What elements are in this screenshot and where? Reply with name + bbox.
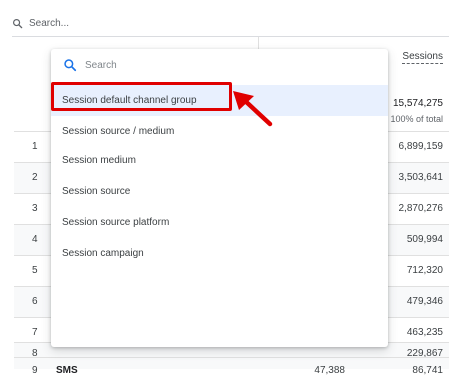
row-index: 7: [32, 327, 38, 338]
search-bar[interactable]: Search...: [12, 10, 449, 37]
row-index: 4: [32, 234, 38, 245]
sessions-column-header[interactable]: Sessions: [402, 51, 443, 64]
row-sessions: 712,320: [406, 265, 443, 276]
row-users: 47,388: [314, 365, 345, 376]
row-sessions: 6,899,159: [398, 141, 444, 152]
row-name: SMS: [56, 365, 78, 376]
row-sessions: 479,346: [406, 296, 443, 307]
row-index: 2: [32, 172, 38, 183]
total-percent-label: 100% of total: [390, 114, 443, 124]
row-index: 6: [32, 296, 38, 307]
option-session-source-platform[interactable]: Session source platform: [51, 207, 388, 238]
dropdown-search[interactable]: Search: [63, 58, 117, 72]
option-session-campaign[interactable]: Session campaign: [51, 238, 388, 269]
row-index: 3: [32, 203, 38, 214]
search-placeholder: Search...: [29, 17, 70, 29]
search-icon: [12, 18, 23, 29]
row-sessions: 2,870,276: [398, 203, 444, 214]
option-session-source-medium[interactable]: Session source / medium: [51, 116, 388, 147]
row-sessions: 463,235: [406, 327, 443, 338]
option-label: Session source: [62, 186, 131, 197]
option-session-source[interactable]: Session source: [51, 176, 388, 207]
row-sessions: 86,741: [412, 365, 443, 376]
option-session-medium[interactable]: Session medium: [51, 145, 388, 176]
table-row[interactable]: 9 SMS 47,388 86,741: [14, 357, 449, 380]
option-label: Session source platform: [62, 217, 170, 228]
total-sessions-value: 15,574,275: [392, 98, 443, 109]
search-icon: [63, 58, 77, 72]
option-label: Session medium: [62, 155, 136, 166]
option-label: Session campaign: [62, 248, 144, 259]
annotation-arrow-icon: [230, 90, 276, 135]
option-label: Session source / medium: [62, 126, 175, 137]
row-sessions: 509,994: [406, 234, 443, 245]
row-index: 5: [32, 265, 38, 276]
row-index: 9: [32, 365, 38, 376]
row-sessions: 3,503,641: [398, 172, 444, 183]
row-index: 1: [32, 141, 38, 152]
dropdown-search-placeholder: Search: [85, 59, 117, 71]
annotation-highlight-box: [51, 82, 232, 111]
